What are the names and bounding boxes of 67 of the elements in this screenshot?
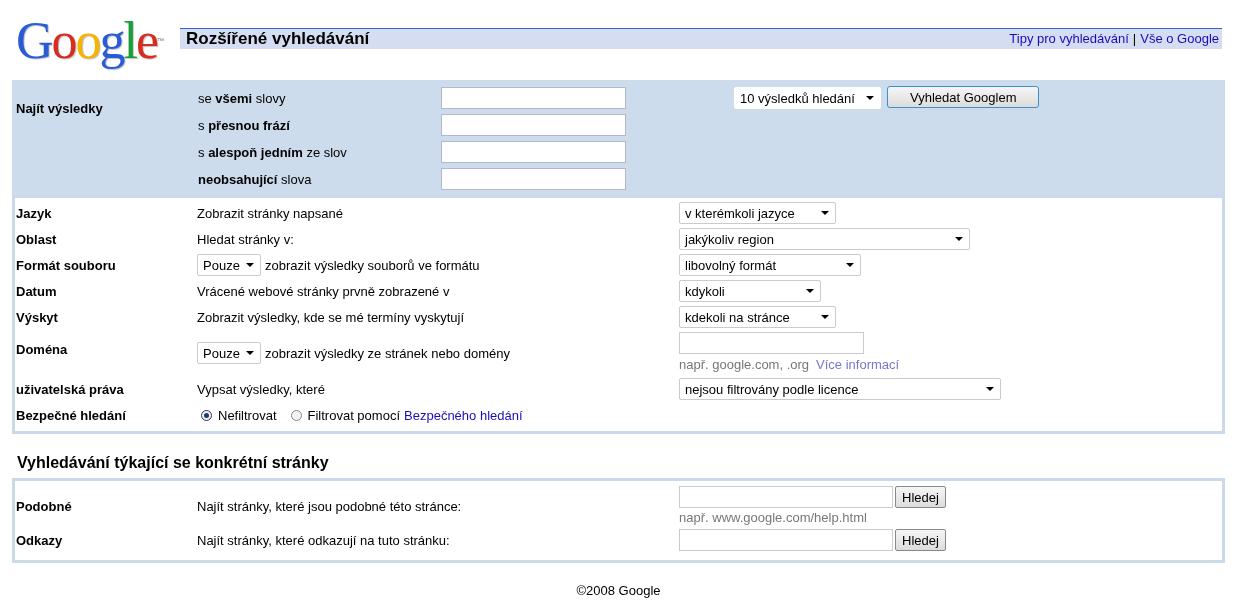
caret-icon [821, 315, 829, 319]
option-label: Výskyt [16, 309, 59, 325]
search-button[interactable]: Vyhledat Googlem [887, 86, 1040, 108]
caret-icon [846, 263, 854, 267]
option-label: Oblast [16, 231, 58, 247]
option-description: Vypsat výsledky, které [197, 381, 325, 397]
field-label: neobsahující slova [198, 171, 313, 187]
caret-icon [246, 263, 254, 267]
option-label: Bezpečné hledání [16, 407, 127, 423]
search-button[interactable]: Hledej [895, 529, 946, 551]
url-input-field[interactable] [679, 529, 893, 551]
hint-text: např. www.google.com/help.html [679, 510, 868, 525]
field-label: s přesnou frází [198, 117, 291, 133]
option-select[interactable]: kdekoli na stránce [679, 306, 836, 328]
option-description: Najít stránky, které jsou podobné této stránce: [197, 499, 463, 514]
option-description: Najít stránky, které odkazují na tuto stránku: [197, 533, 451, 548]
option-select[interactable]: kdykoli [679, 280, 821, 302]
radio-button[interactable] [201, 409, 212, 421]
option-label: Jazyk [16, 205, 53, 221]
header-link[interactable]: Vše o Google [1140, 31, 1219, 46]
option-label: Podobné [16, 499, 73, 514]
option-select[interactable]: nejsou filtrovány podle licence [679, 378, 1001, 400]
option-label: Datum [16, 283, 58, 299]
input-field[interactable] [441, 141, 626, 163]
radio-label: Nefiltrovat [218, 407, 277, 423]
url-input-field[interactable] [679, 486, 893, 508]
copyright-text: ©2008 Google [576, 583, 661, 598]
page-title: Rozšířené vyhledávání [186, 28, 370, 49]
caret-icon [866, 96, 874, 100]
option-label: Odkazy [16, 533, 64, 548]
option-description: Vrácené webové stránky prvně zobrazené v [197, 283, 450, 299]
more-info-link[interactable]: Více informací [816, 357, 900, 372]
results-count-select[interactable]: 10 výsledků hledání [734, 87, 881, 109]
option-description: Hledat stránky v: [197, 231, 294, 247]
option-description: Zobrazit stránky napsané [197, 205, 343, 221]
mode-select[interactable]: Pouze [197, 342, 261, 364]
radio-button[interactable] [290, 409, 302, 421]
header-link[interactable]: Tipy pro vyhledávání [1009, 31, 1129, 46]
input-field[interactable] [441, 87, 626, 109]
domain-input-field[interactable] [679, 332, 864, 354]
option-label: Doména [16, 342, 69, 357]
mode-select[interactable]: Pouze [197, 254, 261, 276]
input-field[interactable] [441, 168, 626, 190]
caret-icon [821, 211, 829, 215]
caret-icon [955, 237, 963, 241]
option-description: Zobrazit výsledky, kde se mé termíny vyskytují [197, 309, 465, 325]
option-description: zobrazit výsledky ze stránek nebo domény [265, 345, 510, 361]
link-separator: | [1132, 31, 1137, 46]
input-field[interactable] [441, 114, 626, 136]
caret-icon [986, 387, 994, 391]
option-description: zobrazit výsledky souborů ve formátu [265, 257, 480, 273]
caret-icon [806, 289, 814, 293]
field-label: se všemi slovy [198, 90, 287, 106]
radio-label: Filtrovat pomocí [307, 407, 400, 423]
field-label: s alespoň jedním ze slov [198, 144, 348, 160]
section-heading: Vyhledávání týkající se konkrétní stránky [16, 453, 330, 473]
search-button[interactable]: Hledej [895, 486, 946, 508]
safe-search-link[interactable]: Bezpečného hledání [404, 407, 523, 423]
option-select[interactable]: jakýkoliv region [679, 228, 970, 250]
option-select[interactable]: v kterémkoli jazyce [679, 202, 836, 224]
section-label: Najít výsledky [16, 100, 104, 118]
option-label: uživatelská práva [16, 381, 125, 397]
option-select[interactable]: libovolný formát [679, 254, 861, 276]
caret-icon [246, 351, 254, 355]
option-label: Formát souboru [16, 257, 117, 273]
google-logo: Google$^{™}$ [16, 13, 166, 69]
hint-text: např. google.com, .org [679, 357, 810, 372]
